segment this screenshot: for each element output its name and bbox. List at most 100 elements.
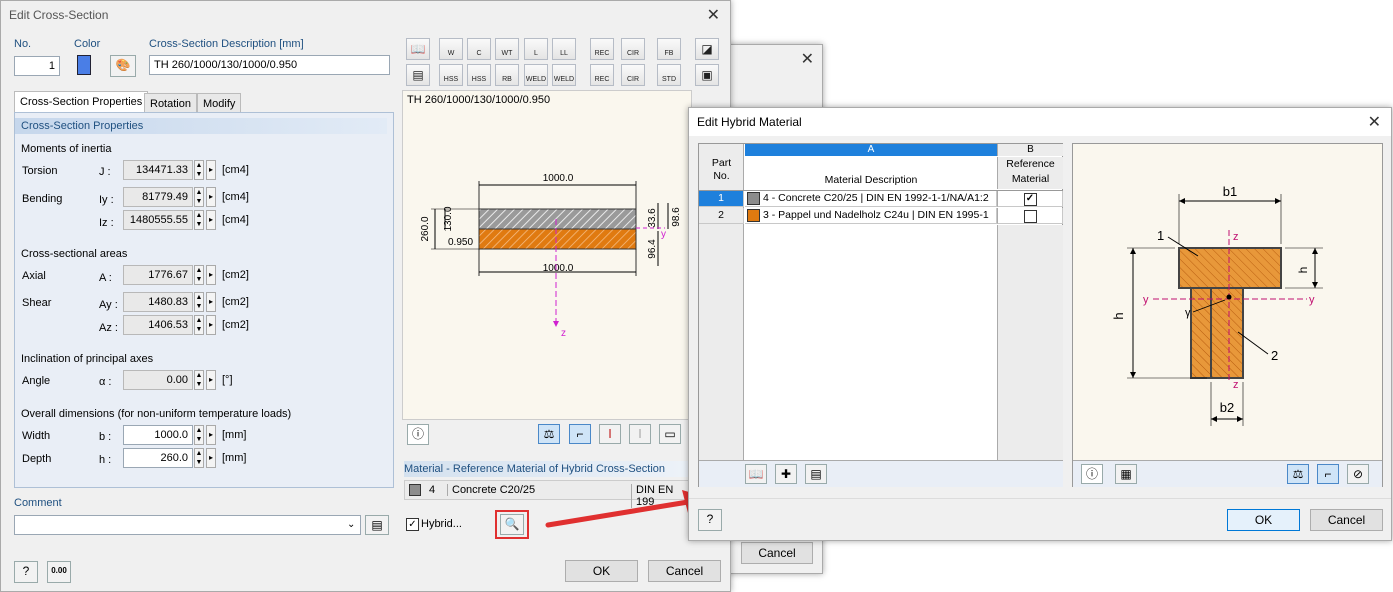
bending-y-stepper[interactable]: ▲ ▼ (194, 187, 204, 207)
material-library-icon[interactable]: 📖 (745, 464, 767, 484)
torsion-symbol: J : (99, 166, 111, 178)
bending-y-arrow[interactable]: ▸ (206, 187, 216, 207)
shear-z-arrow[interactable]: ▸ (206, 315, 216, 335)
materials-table: Part No. A B Material Description Refere… (698, 143, 1063, 487)
depth-stepper[interactable]: ▲ ▼ (194, 448, 204, 468)
axial-stepper[interactable]: ▲ ▼ (194, 265, 204, 285)
zoom-icon[interactable]: ⊘ (1347, 464, 1369, 484)
angle-stepper[interactable]: ▲ ▼ (194, 370, 204, 390)
dim-b2: b2 (1220, 400, 1234, 415)
torsion-stepper[interactable]: ▲ ▼ (194, 160, 204, 180)
background-cancel-button[interactable]: Cancel (741, 542, 813, 564)
cancel-button[interactable]: Cancel (1310, 509, 1383, 531)
section-rec-6-icon[interactable]: REC (590, 64, 614, 86)
section-weld-4-icon[interactable]: WELD (524, 64, 548, 86)
new-material-icon[interactable]: ✚ (775, 464, 797, 484)
shear-y-arrow[interactable]: ▸ (206, 292, 216, 312)
solid-section-icon[interactable]: ▣ (695, 64, 719, 86)
info-icon[interactable]: ⓘ (407, 424, 429, 445)
section-weld-5-icon[interactable]: WELD (552, 64, 576, 86)
bending-z-symbol: Iz : (99, 217, 114, 229)
info-icon[interactable]: ⓘ (1081, 464, 1103, 484)
depth-input[interactable]: 260.0 (123, 448, 193, 468)
width-arrow[interactable]: ▸ (206, 425, 216, 445)
parametric-section-icon[interactable]: ◪ (695, 38, 719, 60)
axes-icon[interactable]: ⌐ (569, 424, 591, 444)
table-row[interactable]: 4 - Concrete C20/25 | DIN EN 1992-1-1/NA… (745, 191, 997, 207)
shear-z-stepper[interactable]: ▲ ▼ (194, 315, 204, 335)
shear-y-symbol: Ay : (99, 299, 118, 311)
column-b-header[interactable]: B (997, 144, 1063, 156)
help-icon[interactable]: ? (14, 561, 38, 583)
close-icon[interactable]: ✕ (801, 49, 814, 69)
dimensions-icon[interactable]: Ⅰ (599, 424, 621, 444)
color-picker-icon[interactable]: 🎨 (110, 55, 136, 77)
section-wt-3-icon[interactable]: WT (495, 38, 519, 60)
calculator-icon[interactable]: 0.00 (47, 561, 71, 583)
view-section-icon[interactable]: ⚖ (538, 424, 560, 444)
bending-z-arrow[interactable]: ▸ (206, 210, 216, 230)
cancel-button[interactable]: Cancel (648, 560, 721, 582)
shear-y-value: 1480.83 (123, 292, 193, 312)
section-rec-6-icon[interactable]: REC (590, 38, 614, 60)
section-hss-1-icon[interactable]: HSS (439, 64, 463, 86)
row2-reference-checkbox[interactable] (1023, 210, 1037, 223)
color-swatch[interactable] (77, 55, 91, 75)
no-field[interactable]: 1 (14, 56, 60, 76)
description-label: Cross-Section Description [mm] (149, 38, 304, 50)
shear-y-stepper[interactable]: ▲ ▼ (194, 292, 204, 312)
edit-material-icon[interactable]: ▤ (805, 464, 827, 484)
comment-input[interactable] (14, 515, 361, 535)
import-icon[interactable]: ▤ (406, 64, 430, 86)
chevron-down-icon[interactable]: ⌄ (347, 519, 355, 530)
tab-cross-section-properties[interactable]: Cross-Section Properties (14, 91, 149, 113)
ok-button[interactable]: OK (1227, 509, 1300, 531)
dim-b1: b1 (1223, 184, 1237, 199)
row2-no[interactable]: 2 (699, 208, 744, 224)
hybrid-checkbox[interactable]: ✓ (406, 518, 419, 531)
table-row[interactable]: 3 - Pappel und Nadelholz C24u | DIN EN 1… (745, 208, 997, 224)
section-l-4-icon[interactable]: L (524, 38, 548, 60)
material-color-swatch (409, 484, 421, 496)
width-stepper[interactable]: ▲ ▼ (194, 425, 204, 445)
shear-z-value: 1406.53 (123, 315, 193, 335)
angle-arrow[interactable]: ▸ (206, 370, 216, 390)
row1-reference-checkbox[interactable]: ✓ (1023, 193, 1037, 206)
section-c-2-icon[interactable]: C (467, 38, 491, 60)
library-icon[interactable]: 📖 (406, 38, 430, 60)
help-icon[interactable]: ? (698, 509, 722, 531)
section-outline-icon[interactable]: Ⅰ (629, 424, 651, 444)
axial-arrow[interactable]: ▸ (206, 265, 216, 285)
section-ll-5-icon[interactable]: LL (552, 38, 576, 60)
close-icon[interactable]: ✕ (1368, 112, 1381, 132)
row1-no[interactable]: 1 (699, 191, 744, 207)
close-icon[interactable]: ✕ (707, 5, 720, 25)
export-icon[interactable]: ▭ (659, 424, 681, 444)
section-fb-8-icon[interactable]: FB (657, 38, 681, 60)
tab-modify[interactable]: Modify (197, 93, 242, 113)
ok-button[interactable]: OK (565, 560, 638, 582)
description-input[interactable]: TH 260/1000/130/1000/0.950 (149, 55, 390, 75)
print-diagram-icon[interactable]: ▦ (1115, 464, 1137, 484)
section-rec-label: REC (594, 50, 610, 57)
depth-arrow[interactable]: ▸ (206, 448, 216, 468)
diagram-axis-y-left: y (1143, 294, 1149, 306)
column-a-header[interactable]: A (745, 144, 997, 156)
comment-browse-icon[interactable]: ▤ (365, 515, 389, 535)
view-section-icon[interactable]: ⚖ (1287, 464, 1309, 484)
axes-icon[interactable]: ⌐ (1317, 464, 1339, 484)
width-input[interactable]: 1000.0 (123, 425, 193, 445)
torsion-arrow[interactable]: ▸ (206, 160, 216, 180)
depth-symbol: h : (99, 454, 112, 466)
tab-rotation[interactable]: Rotation (144, 93, 197, 113)
section-std-8-icon[interactable]: STD (657, 64, 681, 86)
section-w-1-icon[interactable]: W (439, 38, 463, 60)
section-std-label: STD (662, 76, 676, 83)
edit-hybrid-material-icon[interactable]: 🔍 (500, 514, 524, 535)
bending-y-symbol: Iy : (99, 194, 114, 206)
section-cir-7-icon[interactable]: CIR (621, 64, 645, 86)
section-rb-3-icon[interactable]: RB (495, 64, 519, 86)
bending-z-stepper[interactable]: ▲ ▼ (194, 210, 204, 230)
section-hss-2-icon[interactable]: HSS (467, 64, 491, 86)
section-cir-7-icon[interactable]: CIR (621, 38, 645, 60)
